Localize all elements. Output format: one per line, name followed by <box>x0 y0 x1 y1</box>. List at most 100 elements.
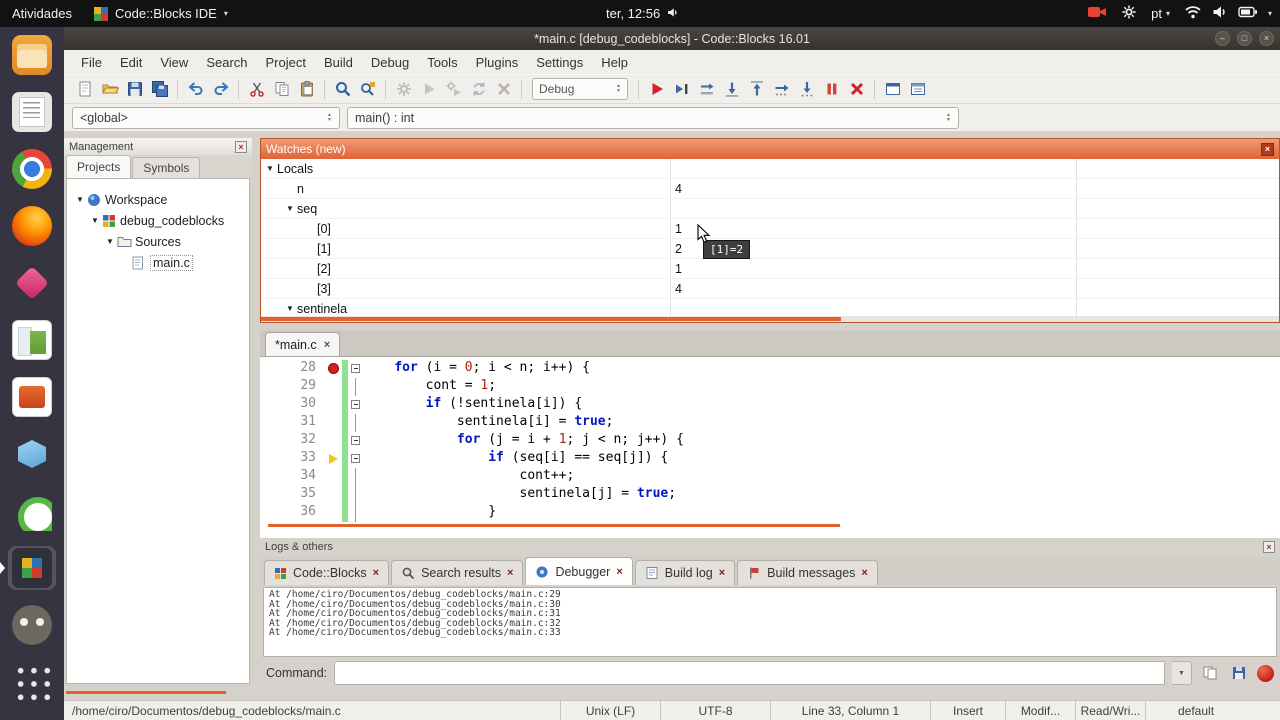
close-tab-icon[interactable]: × <box>324 339 330 351</box>
watch-row[interactable]: [2] 1 <box>261 259 1279 279</box>
tab-main-c[interactable]: *main.c × <box>265 332 341 356</box>
clear-log-button[interactable] <box>1257 664 1274 682</box>
close-tab-icon[interactable]: × <box>861 567 867 579</box>
redo-button[interactable] <box>208 77 233 102</box>
marker-margin[interactable] <box>326 378 342 396</box>
expander-icon[interactable]: ▼ <box>73 195 87 204</box>
screen-record-indicator-icon[interactable] <box>1087 4 1107 23</box>
expander-icon[interactable]: ▼ <box>283 204 297 213</box>
tree-item-workspace[interactable]: ▼ Workspace <box>67 189 249 210</box>
run-to-cursor-button[interactable] <box>669 77 694 102</box>
codeblocks-icon[interactable] <box>0 546 56 590</box>
log-tab-build-messages[interactable]: Build messages × <box>737 560 878 585</box>
build-target-select[interactable]: Debug ▲ ▼ <box>532 78 628 100</box>
fold-margin[interactable] <box>348 432 363 450</box>
maximize-button[interactable]: □ <box>1237 31 1252 46</box>
expander-icon[interactable]: ▼ <box>88 216 102 225</box>
activities-button[interactable]: Atividades <box>12 6 72 21</box>
menu-search[interactable]: Search <box>197 52 256 73</box>
watches-grid[interactable]: ▼ Locals n 4 ▼ seq [0] 1 [1] 2 [2] 1 [3] 4 ▼ sentinela <box>261 159 1279 316</box>
system-status-menu[interactable]: ▾ <box>1184 5 1272 22</box>
close-tab-icon[interactable]: × <box>373 567 379 579</box>
minimize-button[interactable]: – <box>1215 31 1230 46</box>
project-tree[interactable]: ▼ Workspace ▼ debug_codeblocks ▼ Sources main.… <box>66 178 250 684</box>
next-line-button[interactable] <box>694 77 719 102</box>
text-editor-icon[interactable] <box>8 90 56 134</box>
close-watches-icon[interactable]: × <box>1261 142 1274 156</box>
watch-row[interactable]: [3] 4 <box>261 279 1279 299</box>
menu-view[interactable]: View <box>151 52 197 73</box>
tree-item-debug-codeblocks[interactable]: ▼ debug_codeblocks <box>67 210 249 231</box>
libreoffice-impress-icon[interactable] <box>8 375 56 419</box>
command-history-dropdown[interactable]: ▼ <box>1172 661 1192 685</box>
undo-button[interactable] <box>183 77 208 102</box>
run-button[interactable] <box>416 77 441 102</box>
watches-titlebar[interactable]: Watches (new) × <box>261 139 1279 159</box>
watch-row[interactable]: ▼ Locals <box>261 159 1279 179</box>
log-tab-search-results[interactable]: Search results × <box>391 560 524 585</box>
menu-build[interactable]: Build <box>315 52 362 73</box>
app-indicator-menu[interactable]: Code::Blocks IDE ▾ <box>93 6 228 21</box>
marker-margin[interactable] <box>326 432 342 450</box>
watch-row[interactable]: [0] 1 <box>261 219 1279 239</box>
save-all-button[interactable] <box>147 77 172 102</box>
libreoffice-calc-icon[interactable] <box>8 318 56 362</box>
save-log-button[interactable] <box>1228 662 1250 684</box>
menu-plugins[interactable]: Plugins <box>467 52 528 73</box>
tree-item-main-c[interactable]: main.c <box>67 252 249 273</box>
marker-margin[interactable] <box>326 486 342 504</box>
save-button[interactable] <box>122 77 147 102</box>
marker-margin[interactable] <box>326 504 342 522</box>
close-tab-icon[interactable]: × <box>616 566 622 578</box>
close-panel-icon[interactable]: × <box>235 140 247 153</box>
replace-button[interactable] <box>355 77 380 102</box>
marker-margin[interactable] <box>326 360 342 378</box>
expander-icon[interactable]: ▼ <box>103 237 117 246</box>
marker-margin[interactable] <box>326 450 342 468</box>
copy-button[interactable] <box>269 77 294 102</box>
abort-build-button[interactable] <box>491 77 516 102</box>
copy-log-button[interactable] <box>1199 662 1221 684</box>
stop-debugger-button[interactable] <box>844 77 869 102</box>
files-icon[interactable] <box>8 33 56 77</box>
green-app-icon[interactable] <box>8 489 56 533</box>
scrollbar-thumb[interactable] <box>261 317 842 321</box>
clock-menu[interactable]: ter, 12:56 <box>606 0 679 27</box>
menu-settings[interactable]: Settings <box>527 52 592 73</box>
marker-margin[interactable] <box>326 468 342 486</box>
function-select[interactable]: main() : int ▲ ▼ <box>347 106 959 129</box>
watch-row[interactable]: ▼ sentinela <box>261 299 1279 316</box>
menu-tools[interactable]: Tools <box>418 52 466 73</box>
chrome-icon[interactable] <box>8 147 56 191</box>
log-tab-debugger[interactable]: Debugger × <box>525 557 633 585</box>
cut-button[interactable] <box>244 77 269 102</box>
next-instruction-button[interactable] <box>769 77 794 102</box>
gimp-icon[interactable] <box>8 603 56 647</box>
close-button[interactable]: × <box>1259 31 1274 46</box>
rebuild-button[interactable] <box>466 77 491 102</box>
marker-margin[interactable] <box>326 414 342 432</box>
fold-margin[interactable] <box>348 396 363 414</box>
menu-debug[interactable]: Debug <box>362 52 418 73</box>
keyboard-layout-indicator[interactable]: pt ▾ <box>1151 6 1170 21</box>
step-into-button[interactable] <box>719 77 744 102</box>
tree-item-sources[interactable]: ▼ Sources <box>67 231 249 252</box>
boxes-icon[interactable] <box>8 432 56 476</box>
menu-project[interactable]: Project <box>257 52 315 73</box>
panel-splitter[interactable] <box>252 138 260 700</box>
fold-margin[interactable] <box>348 360 363 378</box>
find-button[interactable] <box>330 77 355 102</box>
log-tab-code-blocks[interactable]: Code::Blocks × <box>264 560 390 585</box>
log-tab-build-log[interactable]: Build log × <box>634 560 736 585</box>
fold-margin[interactable] <box>348 450 363 468</box>
marker-margin[interactable] <box>326 396 342 414</box>
expander-icon[interactable]: ▼ <box>283 304 297 313</box>
scope-select[interactable]: <global> ▲ ▼ <box>72 106 340 129</box>
expander-icon[interactable]: ▼ <box>263 164 277 173</box>
step-into-instruction-button[interactable] <box>794 77 819 102</box>
settings-indicator-icon[interactable] <box>1121 4 1137 23</box>
watches-hscrollbar[interactable] <box>261 316 1279 322</box>
step-out-button[interactable] <box>744 77 769 102</box>
firefox-icon[interactable] <box>8 204 56 248</box>
close-logs-icon[interactable]: × <box>1263 540 1275 553</box>
